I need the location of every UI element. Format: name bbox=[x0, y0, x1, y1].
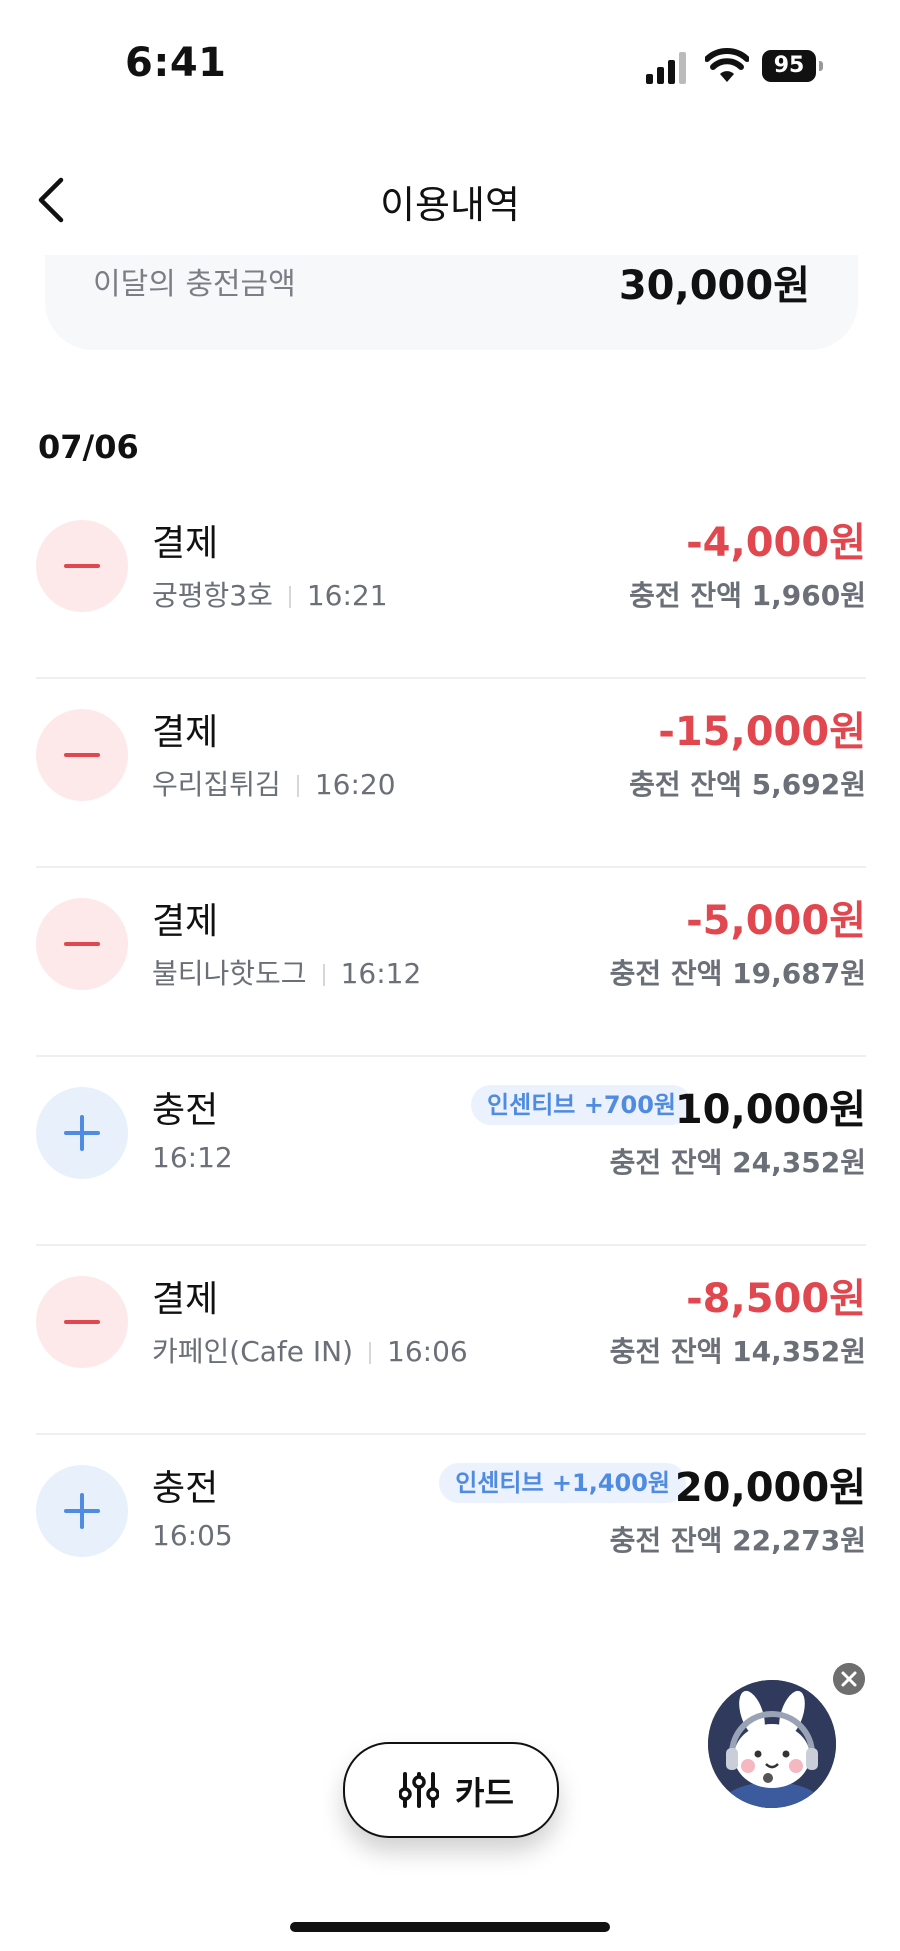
transaction-amount: -8,500원 bbox=[686, 1276, 866, 1322]
status-time: 6:41 bbox=[125, 40, 227, 86]
balance-after: 충전 잔액 1,960원 bbox=[629, 579, 866, 612]
transaction-title: 결제 bbox=[152, 901, 219, 942]
card-filter-button[interactable]: 카드 bbox=[343, 1742, 559, 1838]
transaction-detail: 16:05 bbox=[152, 1519, 233, 1552]
home-indicator bbox=[290, 1922, 610, 1932]
sliders-icon bbox=[399, 1772, 439, 1808]
incentive-badge: 인센티브 +1,400원 bbox=[439, 1463, 686, 1503]
battery-cap bbox=[819, 61, 823, 71]
status-bar: 6:41 95 bbox=[0, 0, 900, 130]
summary-label: 이달의 충전금액 bbox=[93, 267, 296, 302]
battery-indicator: 95 bbox=[762, 50, 824, 82]
transaction-detail: 우리집튀김 16:20 bbox=[152, 763, 396, 803]
transaction-detail: 불티나핫도그 16:12 bbox=[152, 952, 421, 992]
transaction-time: 16:21 bbox=[306, 579, 388, 612]
transaction-amount: 10,000원 bbox=[674, 1087, 866, 1133]
transaction-amount: -4,000원 bbox=[686, 520, 866, 566]
transaction-row[interactable]: 충전 16:12 인센티브 +700원 10,000원 충전 잔액 24,352… bbox=[36, 1057, 866, 1246]
transaction-amount: 20,000원 bbox=[674, 1465, 866, 1511]
transaction-time: 16:12 bbox=[340, 957, 422, 990]
close-icon[interactable] bbox=[833, 1663, 865, 1695]
transaction-detail: 궁평항3호 16:21 bbox=[152, 574, 388, 614]
transaction-time: 16:06 bbox=[387, 1335, 468, 1368]
date-header: 07/06 bbox=[38, 428, 139, 466]
merchant-name: 우리집튀김 bbox=[152, 768, 281, 801]
merchant-name: 불티나핫도그 bbox=[152, 957, 307, 990]
chatbot-avatar-icon[interactable] bbox=[708, 1680, 836, 1808]
minus-icon bbox=[36, 1276, 128, 1368]
balance-after: 충전 잔액 24,352원 bbox=[609, 1146, 866, 1179]
minus-icon bbox=[36, 898, 128, 990]
transaction-detail: 16:12 bbox=[152, 1141, 233, 1174]
transaction-row[interactable]: 결제 불티나핫도그 16:12 -5,000원 충전 잔액 19,687원 bbox=[36, 868, 866, 1057]
balance-after: 충전 잔액 14,352원 bbox=[609, 1335, 866, 1368]
top-header: 이용내역 bbox=[0, 150, 900, 250]
page-title: 이용내역 bbox=[380, 183, 520, 227]
transaction-title: 결제 bbox=[152, 523, 219, 564]
transaction-row[interactable]: 결제 궁평항3호 16:21 -4,000원 충전 잔액 1,960원 bbox=[36, 490, 866, 679]
transaction-row[interactable]: 결제 카페인(Cafe IN) 16:06 -8,500원 충전 잔액 14,35… bbox=[36, 1246, 866, 1435]
plus-icon bbox=[36, 1465, 128, 1557]
merchant-name: 궁평항3호 bbox=[152, 579, 273, 612]
incentive-badge: 인센티브 +700원 bbox=[471, 1085, 692, 1125]
transaction-list: 결제 궁평항3호 16:21 -4,000원 충전 잔액 1,960원 결제 우리… bbox=[36, 490, 866, 1622]
balance-after: 충전 잔액 22,273원 bbox=[609, 1524, 866, 1557]
transaction-amount: -5,000원 bbox=[686, 898, 866, 944]
card-filter-label: 카드 bbox=[455, 1774, 514, 1812]
transaction-detail: 카페인(Cafe IN) 16:06 bbox=[152, 1330, 468, 1370]
transaction-amount: -15,000원 bbox=[658, 709, 866, 755]
transaction-row[interactable]: 결제 우리집튀김 16:20 -15,000원 충전 잔액 5,692원 bbox=[36, 679, 866, 868]
monthly-charge-summary: 이달의 충전금액 30,000원 bbox=[45, 255, 858, 350]
transaction-title: 충전 bbox=[152, 1090, 219, 1131]
merchant-name: 카페인(Cafe IN) bbox=[152, 1335, 354, 1368]
battery-level: 95 bbox=[762, 50, 816, 82]
cellular-signal-icon bbox=[646, 52, 686, 84]
balance-after: 충전 잔액 19,687원 bbox=[609, 957, 866, 990]
minus-icon bbox=[36, 520, 128, 612]
transaction-row[interactable]: 충전 16:05 인센티브 +1,400원 20,000원 충전 잔액 22,2… bbox=[36, 1435, 866, 1622]
wifi-icon bbox=[705, 48, 749, 82]
transaction-title: 결제 bbox=[152, 712, 219, 753]
transaction-title: 결제 bbox=[152, 1279, 219, 1320]
transaction-time: 16:20 bbox=[314, 768, 396, 801]
minus-icon bbox=[36, 709, 128, 801]
transaction-title: 충전 bbox=[152, 1468, 219, 1509]
summary-value: 30,000원 bbox=[618, 263, 810, 309]
transaction-time: 16:12 bbox=[152, 1141, 233, 1174]
balance-after: 충전 잔액 5,692원 bbox=[629, 768, 866, 801]
transaction-time: 16:05 bbox=[152, 1519, 233, 1552]
plus-icon bbox=[36, 1087, 128, 1179]
